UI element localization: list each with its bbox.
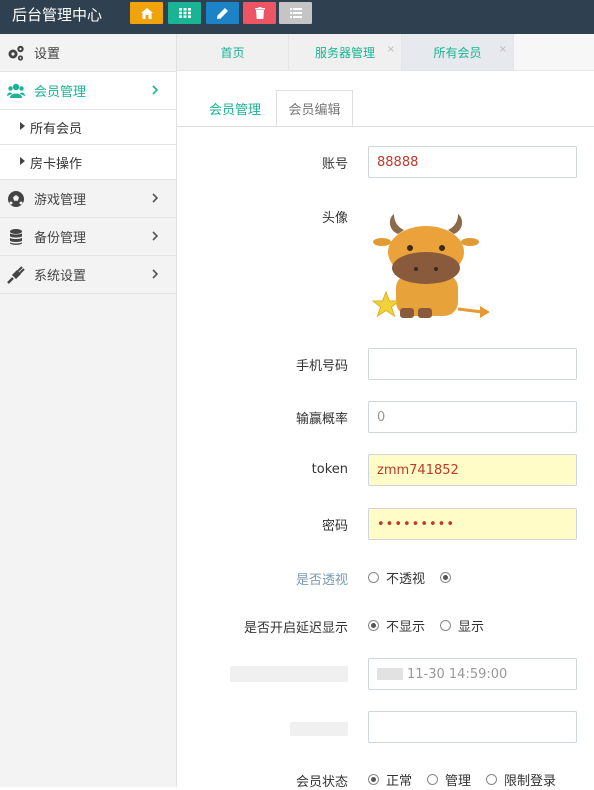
token-field[interactable]: zmm741852 xyxy=(368,454,577,486)
member-status-label: 会员状态 xyxy=(295,775,348,790)
see-through-label: 是否透视 xyxy=(295,573,348,588)
member-status-radio-normal[interactable] xyxy=(368,774,379,785)
date-field[interactable]: 11-30 14:59:00 xyxy=(368,658,577,690)
caret-right-icon xyxy=(20,122,25,130)
sidebar-sub-all-members[interactable]: 所有会员 xyxy=(0,110,176,145)
sidebar-item-backup-management[interactable]: 备份管理 xyxy=(0,218,176,256)
tab-label: 会员管理 xyxy=(208,102,261,118)
see-through-radio-on[interactable] xyxy=(440,572,451,583)
sidebar-sub-label: 所有会员 xyxy=(30,121,83,137)
plug-icon xyxy=(7,266,25,284)
delay-display-radio-hide[interactable] xyxy=(368,620,379,631)
home-icon xyxy=(140,7,153,19)
home-button[interactable] xyxy=(130,2,163,24)
gears-icon xyxy=(8,45,24,61)
member-status-radio-admin[interactable] xyxy=(427,774,438,785)
pencil-icon xyxy=(217,7,228,19)
close-icon[interactable]: × xyxy=(387,44,395,55)
account-label: 账号 xyxy=(321,157,348,172)
close-icon[interactable]: × xyxy=(499,44,507,55)
avatar-label: 头像 xyxy=(321,211,348,226)
delay-display-label: 是否开启延迟显示 xyxy=(243,621,348,636)
tab-home[interactable]: 首页 xyxy=(177,34,289,70)
top-bar: 后台管理中心 xyxy=(0,0,594,34)
chevron-right-icon xyxy=(152,269,159,279)
edit-button[interactable] xyxy=(206,2,239,24)
member-status-radio-restricted[interactable] xyxy=(486,774,497,785)
chevron-right-icon xyxy=(152,193,159,203)
obscured-field[interactable] xyxy=(368,711,577,743)
tab-server-management[interactable]: 服务器管理 × xyxy=(289,34,402,70)
member-status-option-admin: 管理 xyxy=(445,774,472,789)
token-label: token xyxy=(311,462,348,477)
member-status-option-normal: 正常 xyxy=(386,774,413,789)
win-rate-label: 输赢概率 xyxy=(295,412,348,427)
sidebar-item-member-management[interactable]: 会员管理 xyxy=(0,72,176,110)
account-value: 88888 xyxy=(377,154,419,170)
sidebar-item-label: 游戏管理 xyxy=(34,193,87,208)
see-through-radio-off[interactable] xyxy=(368,572,379,583)
form-tab-bar: 会员管理 会员编辑 xyxy=(177,90,594,127)
tab-label: 首页 xyxy=(220,45,245,60)
app-title: 后台管理中心 xyxy=(12,6,103,24)
page-tab-bar: 首页 服务器管理 × 所有会员 × xyxy=(177,34,594,71)
delay-display-radio-show[interactable] xyxy=(440,620,451,631)
sidebar-item-label: 系统设置 xyxy=(34,269,87,284)
database-icon xyxy=(10,229,22,245)
delete-button[interactable] xyxy=(243,2,276,24)
blurred-label xyxy=(230,666,348,682)
sidebar-item-settings[interactable]: 设置 xyxy=(0,34,176,72)
password-label: 密码 xyxy=(321,519,348,534)
sidebar-item-system-settings[interactable]: 系统设置 xyxy=(0,256,176,294)
member-status-option-restricted: 限制登录 xyxy=(504,774,557,789)
sidebar-item-label: 会员管理 xyxy=(34,85,87,100)
tab-member-management[interactable]: 会员管理 xyxy=(196,90,274,126)
phone-label: 手机号码 xyxy=(295,359,348,374)
date-value: 11-30 14:59:00 xyxy=(407,666,508,682)
blurred-label xyxy=(290,722,348,736)
list-icon xyxy=(289,8,302,18)
tab-label: 服务器管理 xyxy=(314,45,375,60)
sidebar-sub-label: 房卡操作 xyxy=(30,156,83,172)
delay-display-option-hide: 不显示 xyxy=(386,620,426,635)
grid-icon xyxy=(178,8,191,18)
tab-label: 会员编辑 xyxy=(288,102,341,118)
sidebar-sub-room-card[interactable]: 房卡操作 xyxy=(0,145,176,180)
sidebar-item-game-management[interactable]: 游戏管理 xyxy=(0,180,176,218)
trash-icon xyxy=(254,7,265,19)
chevron-right-icon xyxy=(152,231,159,241)
win-rate-value: 0 xyxy=(377,409,386,425)
password-value: ••••••••• xyxy=(377,516,456,532)
sidebar-item-label: 备份管理 xyxy=(34,231,87,246)
tab-all-members[interactable]: 所有会员 × xyxy=(402,34,514,70)
see-through-option-label: 不透视 xyxy=(386,572,426,587)
tab-member-edit[interactable]: 会员编辑 xyxy=(276,90,353,126)
blurred-prefix xyxy=(377,668,403,680)
token-value: zmm741852 xyxy=(377,462,459,478)
password-field[interactable]: ••••••••• xyxy=(368,508,577,540)
soccer-ball-icon xyxy=(8,191,24,207)
chevron-right-icon xyxy=(152,85,159,95)
delay-display-option-show: 显示 xyxy=(458,620,485,635)
sidebar: 设置 会员管理 所有会员 房卡操作 游戏管理 备份管理 系统设置 xyxy=(0,34,177,787)
list-button[interactable] xyxy=(279,2,312,24)
account-field[interactable]: 88888 xyxy=(368,146,577,178)
caret-right-icon xyxy=(20,157,25,165)
avatar-image[interactable] xyxy=(370,212,496,324)
users-icon xyxy=(7,83,25,98)
sidebar-item-label: 设置 xyxy=(34,47,61,62)
grid-button[interactable] xyxy=(168,2,201,24)
win-rate-field[interactable]: 0 xyxy=(368,401,577,433)
tab-label: 所有会员 xyxy=(433,45,482,60)
phone-field[interactable] xyxy=(368,348,577,380)
